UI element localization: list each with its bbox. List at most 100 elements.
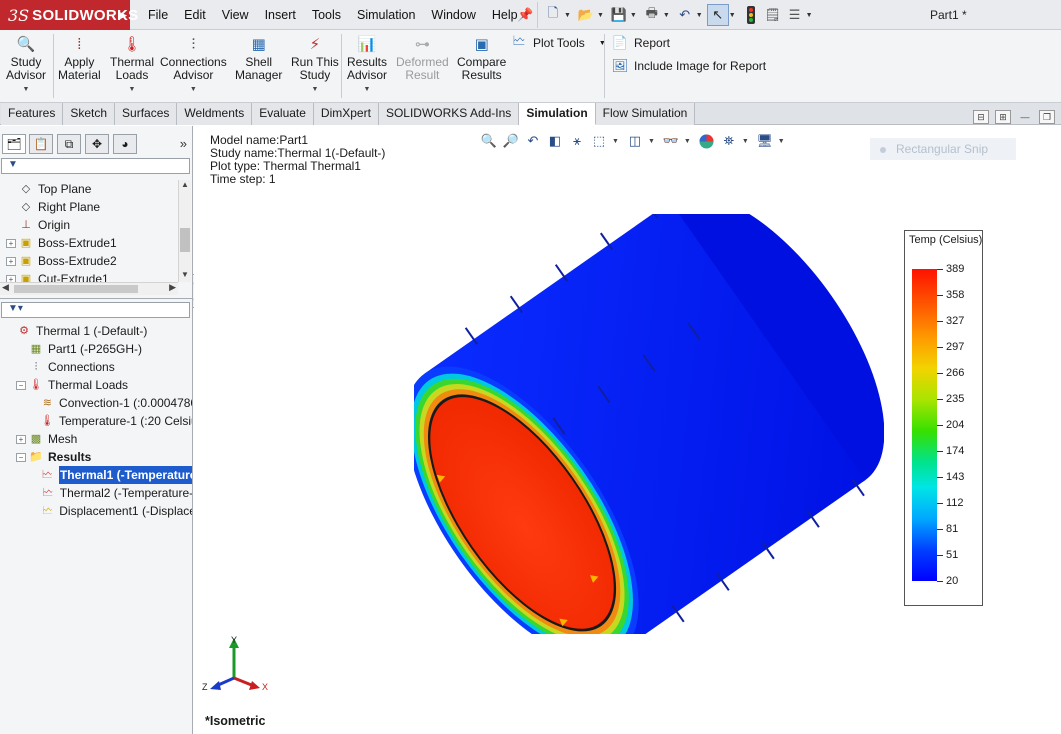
graphics-area[interactable]: Model name:Part1 Study name:Thermal 1(-D… [194, 126, 1061, 734]
expand-plus-icon[interactable]: + [6, 274, 16, 282]
configuration-manager-tab-icon[interactable]: ⧉ [57, 134, 81, 154]
simulation-tree-item[interactable]: + ▩ Mesh [0, 430, 192, 448]
chevron-right-icon[interactable]: » [180, 136, 187, 151]
simulation-tree-item[interactable]: ≋ Convection-1 (:0.0004780 [0, 394, 192, 412]
feature-tree-horizontal-scrollbar[interactable]: ◀ ▶ [0, 282, 178, 295]
thermal-loads-button[interactable]: 🌡 Thermal Loads ▼ [110, 34, 154, 96]
feature-tree-item[interactable]: + ▣ Cut-Extrude1 [0, 270, 178, 282]
menu-simulation[interactable]: Simulation [349, 8, 423, 22]
chevron-down-icon[interactable]: ▼ [742, 138, 749, 145]
tab-solidworks-add-ins[interactable]: SOLIDWORKS Add-Ins [378, 103, 520, 125]
simulation-tree-item[interactable]: − 🌡 Thermal Loads [0, 376, 192, 394]
report-button[interactable]: 📄 Report [611, 34, 670, 52]
plot-tools-button[interactable]: 🗠 Plot Tools ▼ [510, 33, 605, 52]
undo-icon[interactable]: ↶ [674, 4, 696, 26]
run-this-study-button[interactable]: ⚡ Run This Study ▼ [291, 34, 339, 96]
include-image-button[interactable]: 🖼 Include Image for Report [611, 57, 766, 75]
open-folder-icon[interactable]: 📂 [575, 4, 597, 26]
feature-tree-item[interactable]: ⊥ Origin [0, 216, 178, 234]
temperature-legend[interactable]: Temp (Celsius) 389 358 327 297 266 235 204 174 1… [904, 230, 983, 606]
tab-dimxpert[interactable]: DimXpert [313, 103, 379, 125]
collapse-minus-icon[interactable]: − [16, 452, 26, 462]
panel-splitter[interactable] [0, 298, 193, 301]
rebuild-traffic-light-icon[interactable] [740, 4, 762, 26]
menu-view[interactable]: View [214, 8, 257, 22]
scroll-thumb[interactable] [180, 228, 190, 252]
tab-sketch[interactable]: Sketch [63, 103, 116, 125]
feature-tree-item[interactable]: ◇ Right Plane [0, 198, 178, 216]
new-document-icon[interactable]: 🗋 [542, 4, 564, 26]
scroll-up-icon[interactable]: ▲ [179, 180, 191, 192]
simulation-tree-item[interactable]: ▦ Part1 (-P265GH-) [0, 340, 192, 358]
minimize-icon[interactable]: — [1017, 110, 1033, 124]
feature-tree-vertical-scrollbar[interactable]: ▲ ▼ [178, 180, 191, 282]
study-advisor-button[interactable]: 🔍 Study Advisor ▼ [6, 34, 46, 96]
view-settings-icon[interactable]: 🖥 [756, 132, 774, 150]
thermal-result-cylinder[interactable] [414, 214, 884, 634]
select-dropdown-icon[interactable]: ▼ [729, 12, 736, 19]
section-view-icon[interactable]: ◧ [546, 132, 564, 150]
undo-dropdown-icon[interactable]: ▼ [696, 12, 703, 19]
save-icon[interactable]: 💾 [608, 4, 630, 26]
menu-edit[interactable]: Edit [176, 8, 214, 22]
chevron-down-icon[interactable]: ▼ [648, 138, 655, 145]
feature-tree-item[interactable]: + ▣ Boss-Extrude1 [0, 234, 178, 252]
connections-advisor-button[interactable]: ⫶ Connections Advisor ▼ [160, 34, 227, 96]
expand-plus-icon[interactable]: + [6, 238, 16, 248]
view-orientation-icon[interactable]: ⬚ [590, 132, 608, 150]
simulation-tree-item[interactable]: 🌡 Temperature-1 (:20 Celsiu [0, 412, 192, 430]
simulation-tree-item[interactable]: − 📁 Results [0, 448, 192, 466]
menu-insert[interactable]: Insert [257, 8, 304, 22]
display-style-icon[interactable]: ◫ [626, 132, 644, 150]
expand-ribbon-icon[interactable]: ⊞ [995, 110, 1011, 124]
scroll-down-icon[interactable]: ▼ [179, 270, 191, 282]
shell-manager-button[interactable]: ▦ Shell Manager [235, 34, 282, 82]
expand-plus-icon[interactable]: + [6, 256, 16, 266]
solidworks-logo[interactable]: 3S SOLIDWORKS ▶ [0, 0, 138, 30]
results-advisor-button[interactable]: 📊 Results Advisor ▼ [347, 34, 387, 96]
simulation-tree-item[interactable]: ⫶ Connections [0, 358, 192, 376]
scroll-right-icon[interactable]: ▶ [169, 282, 176, 293]
previous-view-icon[interactable]: ↶ [524, 132, 542, 150]
apply-scene-icon[interactable]: ⛯ [720, 132, 738, 150]
chevron-down-icon[interactable]: ▼ [612, 138, 619, 145]
simulation-tree-item[interactable]: 🗠 Thermal2 (-Temperature- [0, 484, 192, 502]
simulation-filter-bar[interactable]: ▼▾ [1, 302, 190, 318]
simulation-tree-item[interactable]: ⚙ Thermal 1 (-Default-) [0, 322, 192, 340]
file-properties-icon[interactable]: 🗒 [762, 4, 784, 26]
chevron-down-icon[interactable]: ▼ [684, 138, 691, 145]
tab-flow-simulation[interactable]: Flow Simulation [595, 103, 696, 125]
tab-surfaces[interactable]: Surfaces [115, 103, 178, 125]
tab-weldments[interactable]: Weldments [177, 103, 253, 125]
expand-plus-icon[interactable]: + [16, 434, 26, 444]
hide-show-items-icon[interactable]: 👓 [662, 132, 680, 150]
collapse-ribbon-icon[interactable]: ⊟ [973, 110, 989, 124]
menu-tools[interactable]: Tools [304, 8, 349, 22]
deformed-result-button[interactable]: ⊶ Deformed Result [396, 34, 449, 82]
display-manager-tab-icon[interactable]: ◕ [113, 134, 137, 154]
property-manager-tab-icon[interactable]: 📋 [29, 134, 53, 154]
save-dropdown-icon[interactable]: ▼ [630, 12, 637, 19]
new-dropdown-icon[interactable]: ▼ [564, 12, 571, 19]
tab-features[interactable]: Features [1, 103, 64, 125]
scroll-left-icon[interactable]: ◀ [2, 282, 9, 293]
chevron-down-icon[interactable]: ▼ [778, 138, 785, 145]
feature-filter-bar[interactable]: ▼ [1, 158, 190, 174]
simulation-tree-item[interactable]: 🗠 Thermal1 (-Temperature [0, 466, 192, 484]
feature-manager-tab-icon[interactable]: 🗂 [2, 134, 26, 154]
open-dropdown-icon[interactable]: ▼ [597, 12, 604, 19]
pin-icon[interactable]: 📌 [517, 7, 533, 23]
simulation-tree-item[interactable]: 🗠 Displacement1 (-Displace [0, 502, 192, 520]
compare-results-button[interactable]: ▣ Compare Results [457, 34, 506, 82]
feature-tree-item[interactable]: ◇ Top Plane [0, 180, 178, 198]
dynamic-annotation-icon[interactable]: ⚹ [568, 132, 586, 150]
print-dropdown-icon[interactable]: ▼ [663, 12, 670, 19]
restore-icon[interactable]: ❐ [1039, 110, 1055, 124]
edit-appearance-icon[interactable] [698, 132, 716, 150]
menu-file[interactable]: File [140, 8, 176, 22]
print-icon[interactable]: 🖶 [641, 4, 663, 26]
tab-simulation[interactable]: Simulation [519, 103, 596, 125]
options-icon[interactable]: ☰ [784, 4, 806, 26]
menu-window[interactable]: Window [423, 8, 483, 22]
collapse-minus-icon[interactable]: − [16, 380, 26, 390]
